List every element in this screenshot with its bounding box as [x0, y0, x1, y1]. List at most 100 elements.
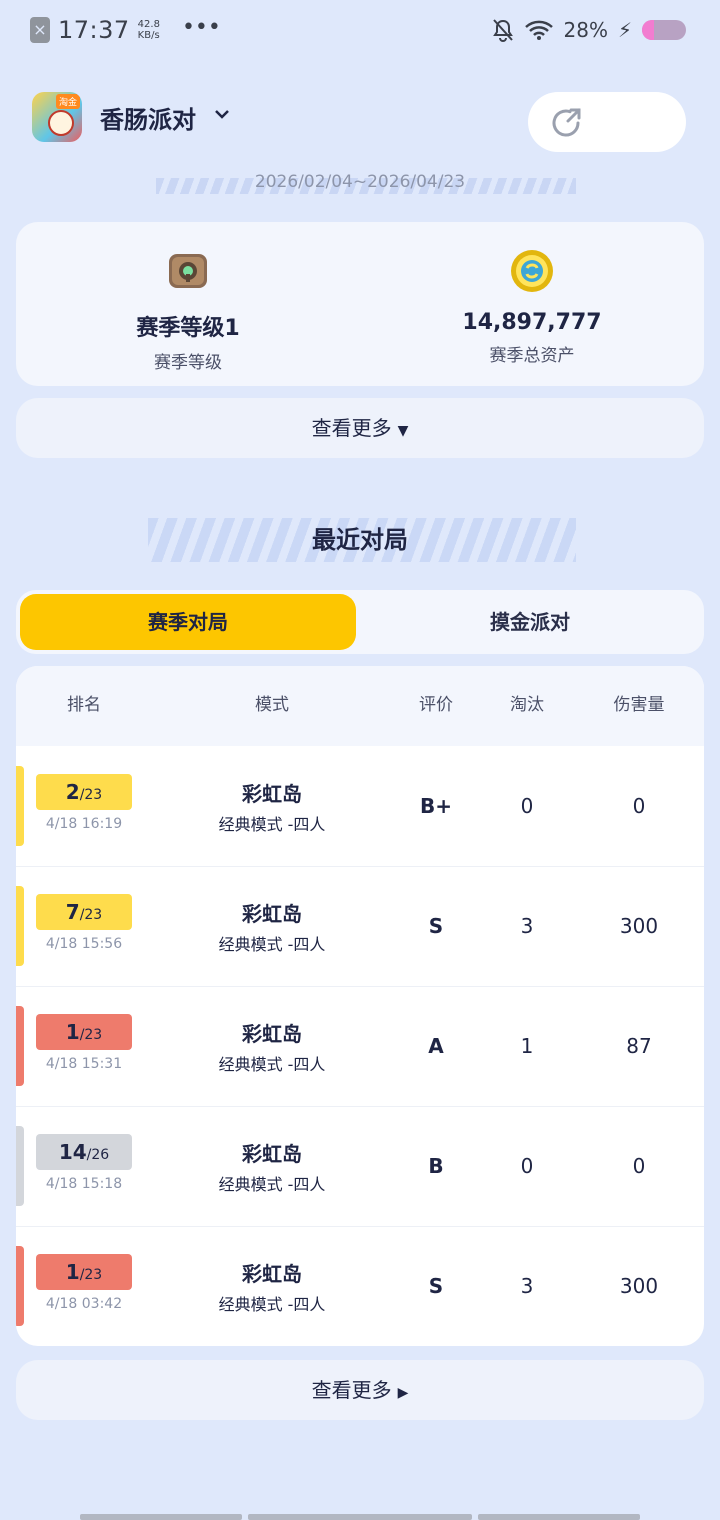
rank-badge: 1/23: [36, 1014, 132, 1050]
rank-value: 7: [65, 900, 80, 924]
tab-season-matches[interactable]: 赛季对局: [20, 594, 356, 650]
triangle-down-icon: ▼: [397, 423, 409, 439]
match-damage: 0: [632, 1154, 646, 1178]
speed-unit: KB/s: [137, 30, 160, 41]
rank-value: 14: [58, 1140, 87, 1164]
map-name: 彩虹岛: [242, 1142, 302, 1166]
table-row[interactable]: 2/23 4/18 16:19 彩虹岛 经典模式 -四人 B+ 0 0: [16, 746, 704, 867]
rank-total: /23: [79, 1027, 103, 1043]
match-grade: S: [428, 914, 444, 938]
rank-color-bar: [16, 766, 24, 846]
match-kills: 3: [520, 1274, 534, 1298]
match-time: 4/18 15:31: [45, 1056, 123, 1072]
match-time: 4/18 03:42: [45, 1296, 123, 1312]
table-row[interactable]: 14/26 4/18 15:18 彩虹岛 经典模式 -四人 B 0 0: [16, 1106, 704, 1227]
network-speed: 42.8 KB/s: [138, 19, 160, 41]
status-time: 17:37: [58, 16, 130, 44]
rank-color-bar: [16, 1246, 24, 1326]
bottom-indicator: [248, 1514, 472, 1520]
battery-percent: 28%: [563, 18, 608, 42]
stat-label: 赛季总资产: [489, 346, 575, 366]
match-damage: 300: [619, 914, 659, 938]
triangle-right-icon: ▶: [397, 1385, 409, 1401]
season-date-range: 2026/02/04~2026/04/23: [254, 172, 466, 192]
rank-badge: 14/26: [36, 1134, 132, 1170]
match-mode: 彩虹岛 经典模式 -四人: [152, 746, 392, 835]
bottom-indicator: [80, 1514, 242, 1520]
rank-value: 1: [65, 1260, 80, 1284]
character-face-icon: [48, 110, 74, 136]
stat-value: 赛季等级1: [136, 316, 240, 341]
chevron-down-icon[interactable]: [214, 108, 230, 120]
map-name: 彩虹岛: [242, 1022, 302, 1046]
game-avatar-icon[interactable]: 淘金: [32, 92, 82, 142]
map-name: 彩虹岛: [242, 1262, 302, 1286]
rank-badge: 1/23: [36, 1254, 132, 1290]
chest-icon: [169, 254, 207, 288]
match-time: 4/18 16:19: [45, 816, 123, 832]
rank-color-bar: [16, 886, 24, 966]
mode-name: 经典模式 -四人: [218, 815, 326, 834]
match-grade: S: [428, 1274, 444, 1298]
match-mode: 彩虹岛 经典模式 -四人: [152, 1226, 392, 1315]
table-header: 排名 模式 评价 淘汰 伤害量: [16, 666, 704, 746]
game-title[interactable]: 香肠派对: [100, 100, 196, 135]
view-more-label: 查看更多: [311, 1378, 392, 1402]
view-more-matches-button[interactable]: 查看更多 ▶: [16, 1360, 704, 1420]
match-kills: 3: [520, 914, 534, 938]
match-mode: 彩虹岛 经典模式 -四人: [152, 986, 392, 1075]
app-header: 淘金 香肠派对: [32, 92, 688, 152]
rank-badge: 2/23: [36, 774, 132, 810]
rank-color-bar: [16, 1126, 24, 1206]
stat-season-level: 赛季等级1 赛季等级: [38, 248, 338, 373]
rank-value: 1: [65, 1020, 80, 1044]
mode-name: 经典模式 -四人: [218, 1055, 326, 1074]
tab-gold-party[interactable]: 摸金派对: [360, 594, 700, 650]
match-damage: 0: [632, 794, 646, 818]
mode-name: 经典模式 -四人: [218, 1175, 326, 1194]
recent-games-title: 最近对局: [312, 526, 408, 554]
match-kills: 1: [520, 1034, 534, 1058]
season-stats-card: 赛季等级1 赛季等级 14,897,777 赛季总资产: [16, 222, 704, 386]
recent-matches-table: 排名 模式 评价 淘汰 伤害量 2/23 4/18 16:19 彩虹岛 经典模式…: [16, 666, 704, 1346]
match-kills: 0: [520, 1154, 534, 1178]
map-name: 彩虹岛: [242, 782, 302, 806]
view-more-stats-button[interactable]: 查看更多 ▼: [16, 398, 704, 458]
match-mode: 彩虹岛 经典模式 -四人: [152, 1106, 392, 1195]
rank-total: /23: [79, 787, 103, 803]
more-icon: •••: [181, 14, 221, 40]
status-bar: × 17:37 42.8 KB/s ••• 28% ⚡: [0, 0, 720, 64]
stat-total-assets: 14,897,777 赛季总资产: [382, 248, 682, 366]
mode-name: 经典模式 -四人: [218, 935, 326, 954]
match-kills: 0: [520, 794, 534, 818]
wifi-icon: [524, 20, 553, 40]
stat-label: 赛季等级: [154, 353, 222, 373]
table-row[interactable]: 1/23 4/18 15:31 彩虹岛 经典模式 -四人 A 1 87: [16, 986, 704, 1107]
stat-value: 14,897,777: [462, 310, 602, 335]
column-header-kills: 淘汰: [510, 695, 544, 715]
bell-off-icon: [492, 19, 513, 42]
column-header-rank: 排名: [67, 695, 101, 715]
match-grade: B+: [419, 794, 452, 818]
bottom-indicator: [478, 1514, 640, 1520]
table-row[interactable]: 1/23 4/18 03:42 彩虹岛 经典模式 -四人 S 3 300: [16, 1226, 704, 1346]
share-icon: [552, 108, 581, 137]
rank-total: /23: [79, 907, 103, 923]
match-damage: 87: [626, 1034, 652, 1058]
view-more-label: 查看更多: [311, 416, 392, 440]
match-time: 4/18 15:56: [45, 936, 123, 952]
mode-name: 经典模式 -四人: [218, 1295, 326, 1314]
share-button[interactable]: [528, 92, 686, 152]
match-type-tabs: 赛季对局 摸金派对: [16, 590, 704, 654]
rank-color-bar: [16, 1006, 24, 1086]
rank-total: /23: [79, 1267, 103, 1283]
battery-icon: [642, 20, 686, 40]
column-header-damage: 伤害量: [613, 695, 665, 715]
table-row[interactable]: 7/23 4/18 15:56 彩虹岛 经典模式 -四人 S 3 300: [16, 866, 704, 987]
coin-icon: [511, 250, 553, 292]
match-damage: 300: [619, 1274, 659, 1298]
speed-value: 42.8: [137, 19, 160, 30]
match-time: 4/18 15:18: [45, 1176, 123, 1192]
column-header-grade: 评价: [419, 695, 453, 715]
match-grade: B: [428, 1154, 444, 1178]
